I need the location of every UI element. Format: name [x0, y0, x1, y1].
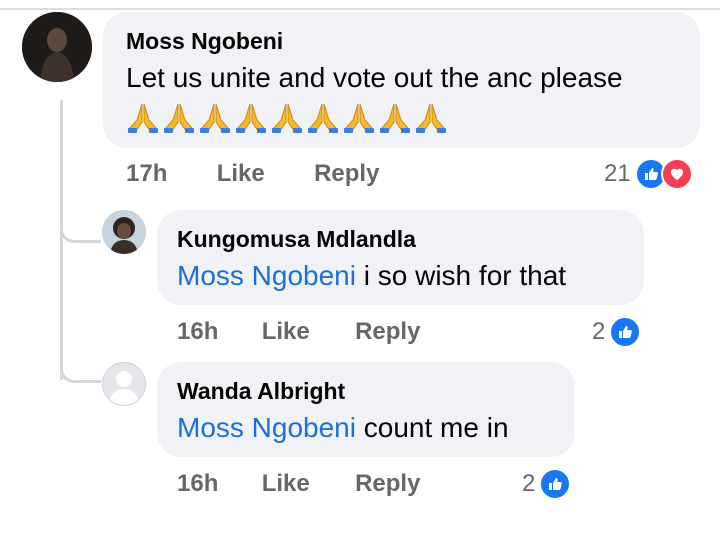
comment-text: Moss Ngobeni i so wish for that — [177, 260, 566, 292]
reaction-count: 2 — [592, 318, 606, 345]
comment-author[interactable]: Wanda Albright — [177, 378, 345, 405]
avatar[interactable] — [102, 362, 146, 406]
comment-author[interactable]: Moss Ngobeni — [126, 28, 283, 55]
praying-hands-icon — [200, 103, 230, 133]
praying-hands-icon — [416, 103, 446, 133]
reply-button[interactable]: Reply — [355, 470, 420, 497]
praying-hands-icon — [164, 103, 194, 133]
praying-hands-icon — [344, 103, 374, 133]
reply-button[interactable]: Reply — [314, 160, 379, 187]
like-button[interactable]: Like — [262, 470, 310, 497]
comment-text: Moss Ngobeni count me in — [177, 412, 509, 444]
like-button[interactable]: Like — [217, 160, 265, 187]
comment-meta: 16h Like Reply — [177, 470, 420, 498]
thread-connector — [60, 220, 101, 243]
comment-text: Let us unite and vote out the anc please — [126, 62, 623, 93]
reaction-count: 21 — [604, 160, 631, 187]
reaction-summary[interactable]: 21 — [604, 158, 693, 190]
comment-timestamp: 17h — [126, 160, 168, 187]
thread-line — [60, 100, 63, 380]
like-icon — [539, 468, 572, 500]
love-icon — [660, 158, 693, 190]
thread-connector — [60, 360, 101, 383]
praying-hands-icon — [380, 103, 410, 133]
reply-button[interactable]: Reply — [355, 318, 420, 345]
top-divider — [0, 0, 720, 10]
like-button[interactable]: Like — [262, 318, 310, 345]
reaction-summary[interactable]: 2 — [592, 316, 642, 348]
praying-hands-icon — [236, 103, 266, 133]
mention-link[interactable]: Moss Ngobeni — [177, 412, 356, 443]
like-icon — [609, 316, 642, 348]
comment-meta: 16h Like Reply — [177, 318, 420, 346]
comment-timestamp: 16h — [177, 470, 219, 497]
reaction-count: 2 — [522, 470, 536, 497]
comment-text-body: count me in — [363, 412, 509, 443]
comment-meta: 17h Like Reply — [126, 160, 379, 188]
mention-link[interactable]: Moss Ngobeni — [177, 260, 356, 291]
avatar[interactable] — [22, 12, 92, 82]
praying-hands-icon — [308, 103, 338, 133]
reaction-summary[interactable]: 2 — [522, 468, 572, 500]
emoji-row — [126, 100, 448, 134]
praying-hands-icon — [128, 103, 158, 133]
avatar[interactable] — [102, 210, 146, 254]
comment-text-body: i so wish for that — [363, 260, 567, 291]
comment-timestamp: 16h — [177, 318, 219, 345]
praying-hands-icon — [272, 103, 302, 133]
comment-author[interactable]: Kungomusa Mdlandla — [177, 226, 416, 253]
